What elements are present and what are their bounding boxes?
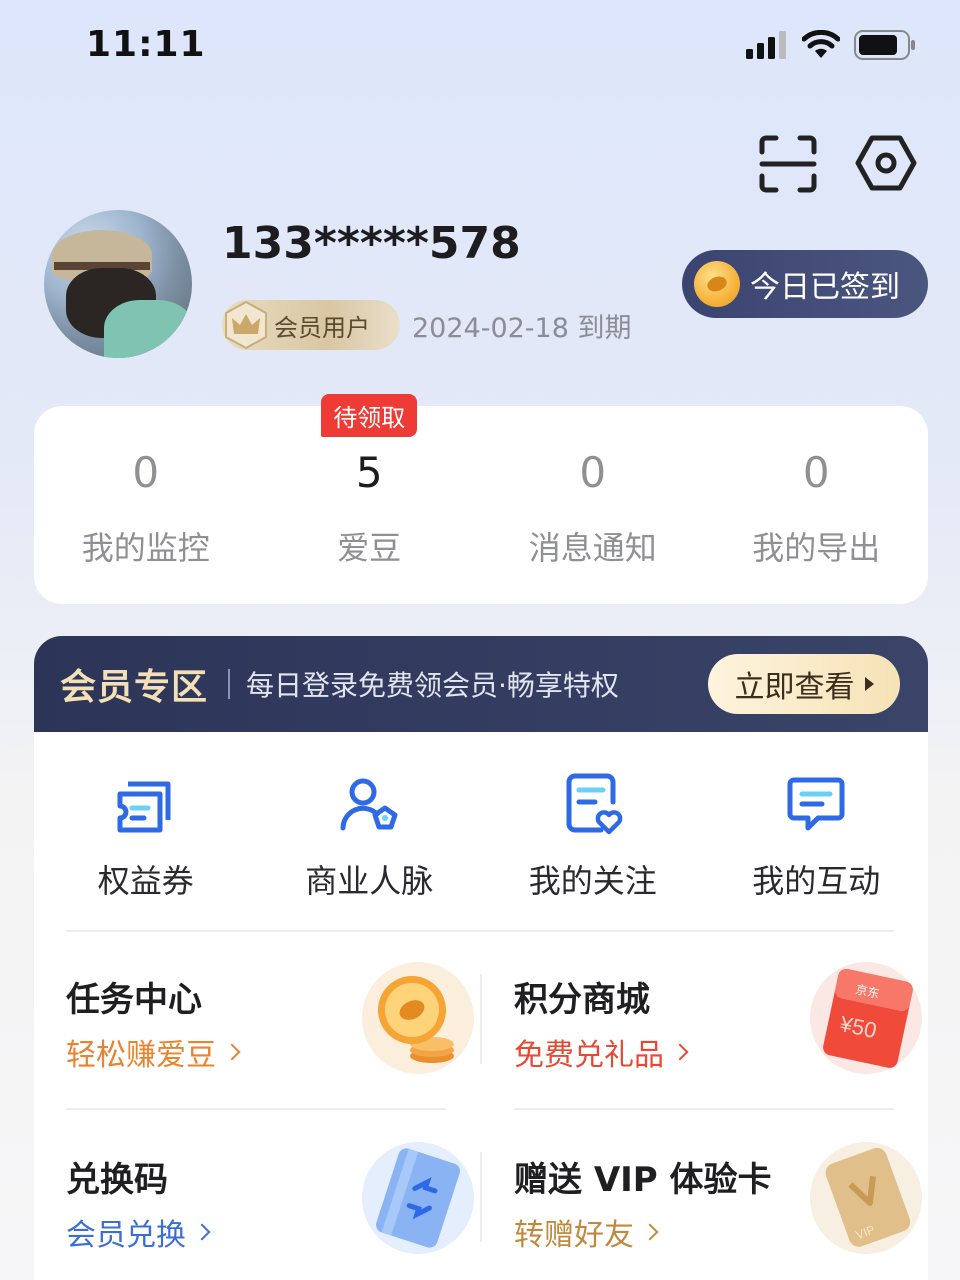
coin-icon <box>694 261 740 307</box>
task-subtitle[interactable]: 转赠好友 <box>514 1210 659 1254</box>
view-now-button[interactable]: 立即查看 <box>708 654 900 714</box>
stat-exports[interactable]: 0 我的导出 <box>705 406 929 604</box>
avatar[interactable] <box>44 210 192 358</box>
settings-icon <box>855 135 917 191</box>
coin-stack-icon <box>362 962 474 1074</box>
quick-action-label: 权益券 <box>97 862 194 900</box>
chevron-right-icon <box>641 1223 659 1241</box>
stat-beans[interactable]: 待领取 5 爱豆 <box>258 394 482 604</box>
pending-badge: 待领取 <box>321 394 418 437</box>
gift-card-icon: 京东 ¥50 <box>810 962 922 1074</box>
stat-label: 我的监控 <box>81 529 210 567</box>
task-title: 积分商城 <box>514 980 650 1020</box>
stat-value: 0 <box>132 448 160 497</box>
expire-date: 2024-02-18 <box>412 313 569 344</box>
task-title: 兑换码 <box>66 1160 168 1200</box>
coupon-icon <box>117 781 171 833</box>
task-subtitle-text: 轻松赚爱豆 <box>66 1038 216 1073</box>
stats-card: 0 我的监控 待领取 5 爱豆 0 消息通知 0 我的导出 <box>34 394 929 604</box>
grid-divider <box>480 974 482 1064</box>
stat-value: 0 <box>802 448 830 497</box>
status-time: 11:11 <box>86 24 206 65</box>
chevron-right-icon <box>193 1223 211 1241</box>
task-title: 任务中心 <box>66 980 202 1020</box>
status-icons <box>746 30 916 60</box>
member-badge-label: 会员用户 <box>274 313 370 342</box>
message-icon <box>787 777 845 831</box>
redeem-card-icon <box>362 1142 474 1254</box>
vip-trial-card[interactable]: 赠送 VIP 体验卡 转赠好友 VIP <box>514 1112 928 1280</box>
quick-action-interactions[interactable]: 我的互动 <box>705 732 929 930</box>
battery-icon <box>854 30 915 60</box>
vip-card-icon: VIP <box>810 1142 922 1254</box>
member-zone-desc: 每日登录免费领会员·畅享特权 <box>246 669 619 702</box>
quick-action-label: 商业人脉 <box>305 862 434 900</box>
stat-label: 我的导出 <box>752 529 881 567</box>
contacts-icon <box>340 778 398 831</box>
quick-action-label: 我的互动 <box>752 862 881 900</box>
grid-divider <box>514 1108 894 1110</box>
task-center-card[interactable]: 任务中心 轻松赚爱豆 <box>66 932 480 1108</box>
stat-label: 爱豆 <box>337 529 402 567</box>
member-zone-title: 会员专区 <box>60 667 209 708</box>
chevron-right-icon <box>671 1043 689 1061</box>
chevron-right-icon <box>223 1043 241 1061</box>
grid-divider <box>480 1152 482 1242</box>
grid-divider <box>66 1108 446 1110</box>
redeem-code-card[interactable]: 兑换码 会员兑换 <box>66 1112 480 1280</box>
stat-notifications[interactable]: 0 消息通知 <box>481 406 705 604</box>
quick-action-coupons[interactable]: 权益券 <box>34 732 258 930</box>
task-subtitle-text: 转赠好友 <box>514 1218 634 1253</box>
task-subtitle[interactable]: 免费兑礼品 <box>514 1030 689 1074</box>
task-subtitle[interactable]: 会员兑换 <box>66 1210 211 1254</box>
stat-value: 0 <box>579 448 607 497</box>
play-arrow-icon <box>864 677 874 691</box>
quick-actions: 权益券 商业人脉 我的关注 我的互动 <box>34 732 928 930</box>
expire-text: 2024-02-18 到期 <box>412 306 632 345</box>
user-phone: 133*****578 <box>222 218 521 269</box>
favorites-icon <box>566 773 623 835</box>
scan-icon <box>759 135 817 193</box>
points-mall-card[interactable]: 积分商城 免费兑礼品 京东 ¥50 <box>514 932 928 1108</box>
task-title: 赠送 VIP 体验卡 <box>514 1160 772 1200</box>
member-badge: 会员用户 <box>222 300 400 350</box>
crown-icon <box>225 300 267 350</box>
signin-label: 今日已签到 <box>750 270 900 305</box>
member-zone-divider <box>228 669 231 699</box>
quick-action-label: 我的关注 <box>528 862 657 900</box>
expire-suffix: 到期 <box>577 313 632 344</box>
stat-monitor[interactable]: 0 我的监控 <box>34 406 258 604</box>
task-subtitle[interactable]: 轻松赚爱豆 <box>66 1030 241 1074</box>
quick-action-favorites[interactable]: 我的关注 <box>481 732 705 930</box>
main-card: 权益券 商业人脉 我的关注 我的互动 任务中心 轻松赚爱豆 积分商城 免费兑礼品… <box>34 732 928 1280</box>
signin-button[interactable]: 今日已签到 <box>682 250 928 318</box>
task-subtitle-text: 会员兑换 <box>66 1218 186 1253</box>
view-now-label: 立即查看 <box>734 670 855 705</box>
settings-button[interactable] <box>855 132 917 194</box>
stat-value: 5 <box>355 448 383 497</box>
quick-action-contacts[interactable]: 商业人脉 <box>258 732 482 930</box>
scan-button[interactable] <box>758 134 818 194</box>
stat-label: 消息通知 <box>528 529 657 567</box>
wifi-icon <box>802 30 840 58</box>
task-subtitle-text: 免费兑礼品 <box>514 1038 664 1073</box>
member-zone-banner[interactable]: 会员专区 每日登录免费领会员·畅享特权 立即查看 <box>34 636 928 732</box>
cellular-signal-icon <box>746 31 786 59</box>
